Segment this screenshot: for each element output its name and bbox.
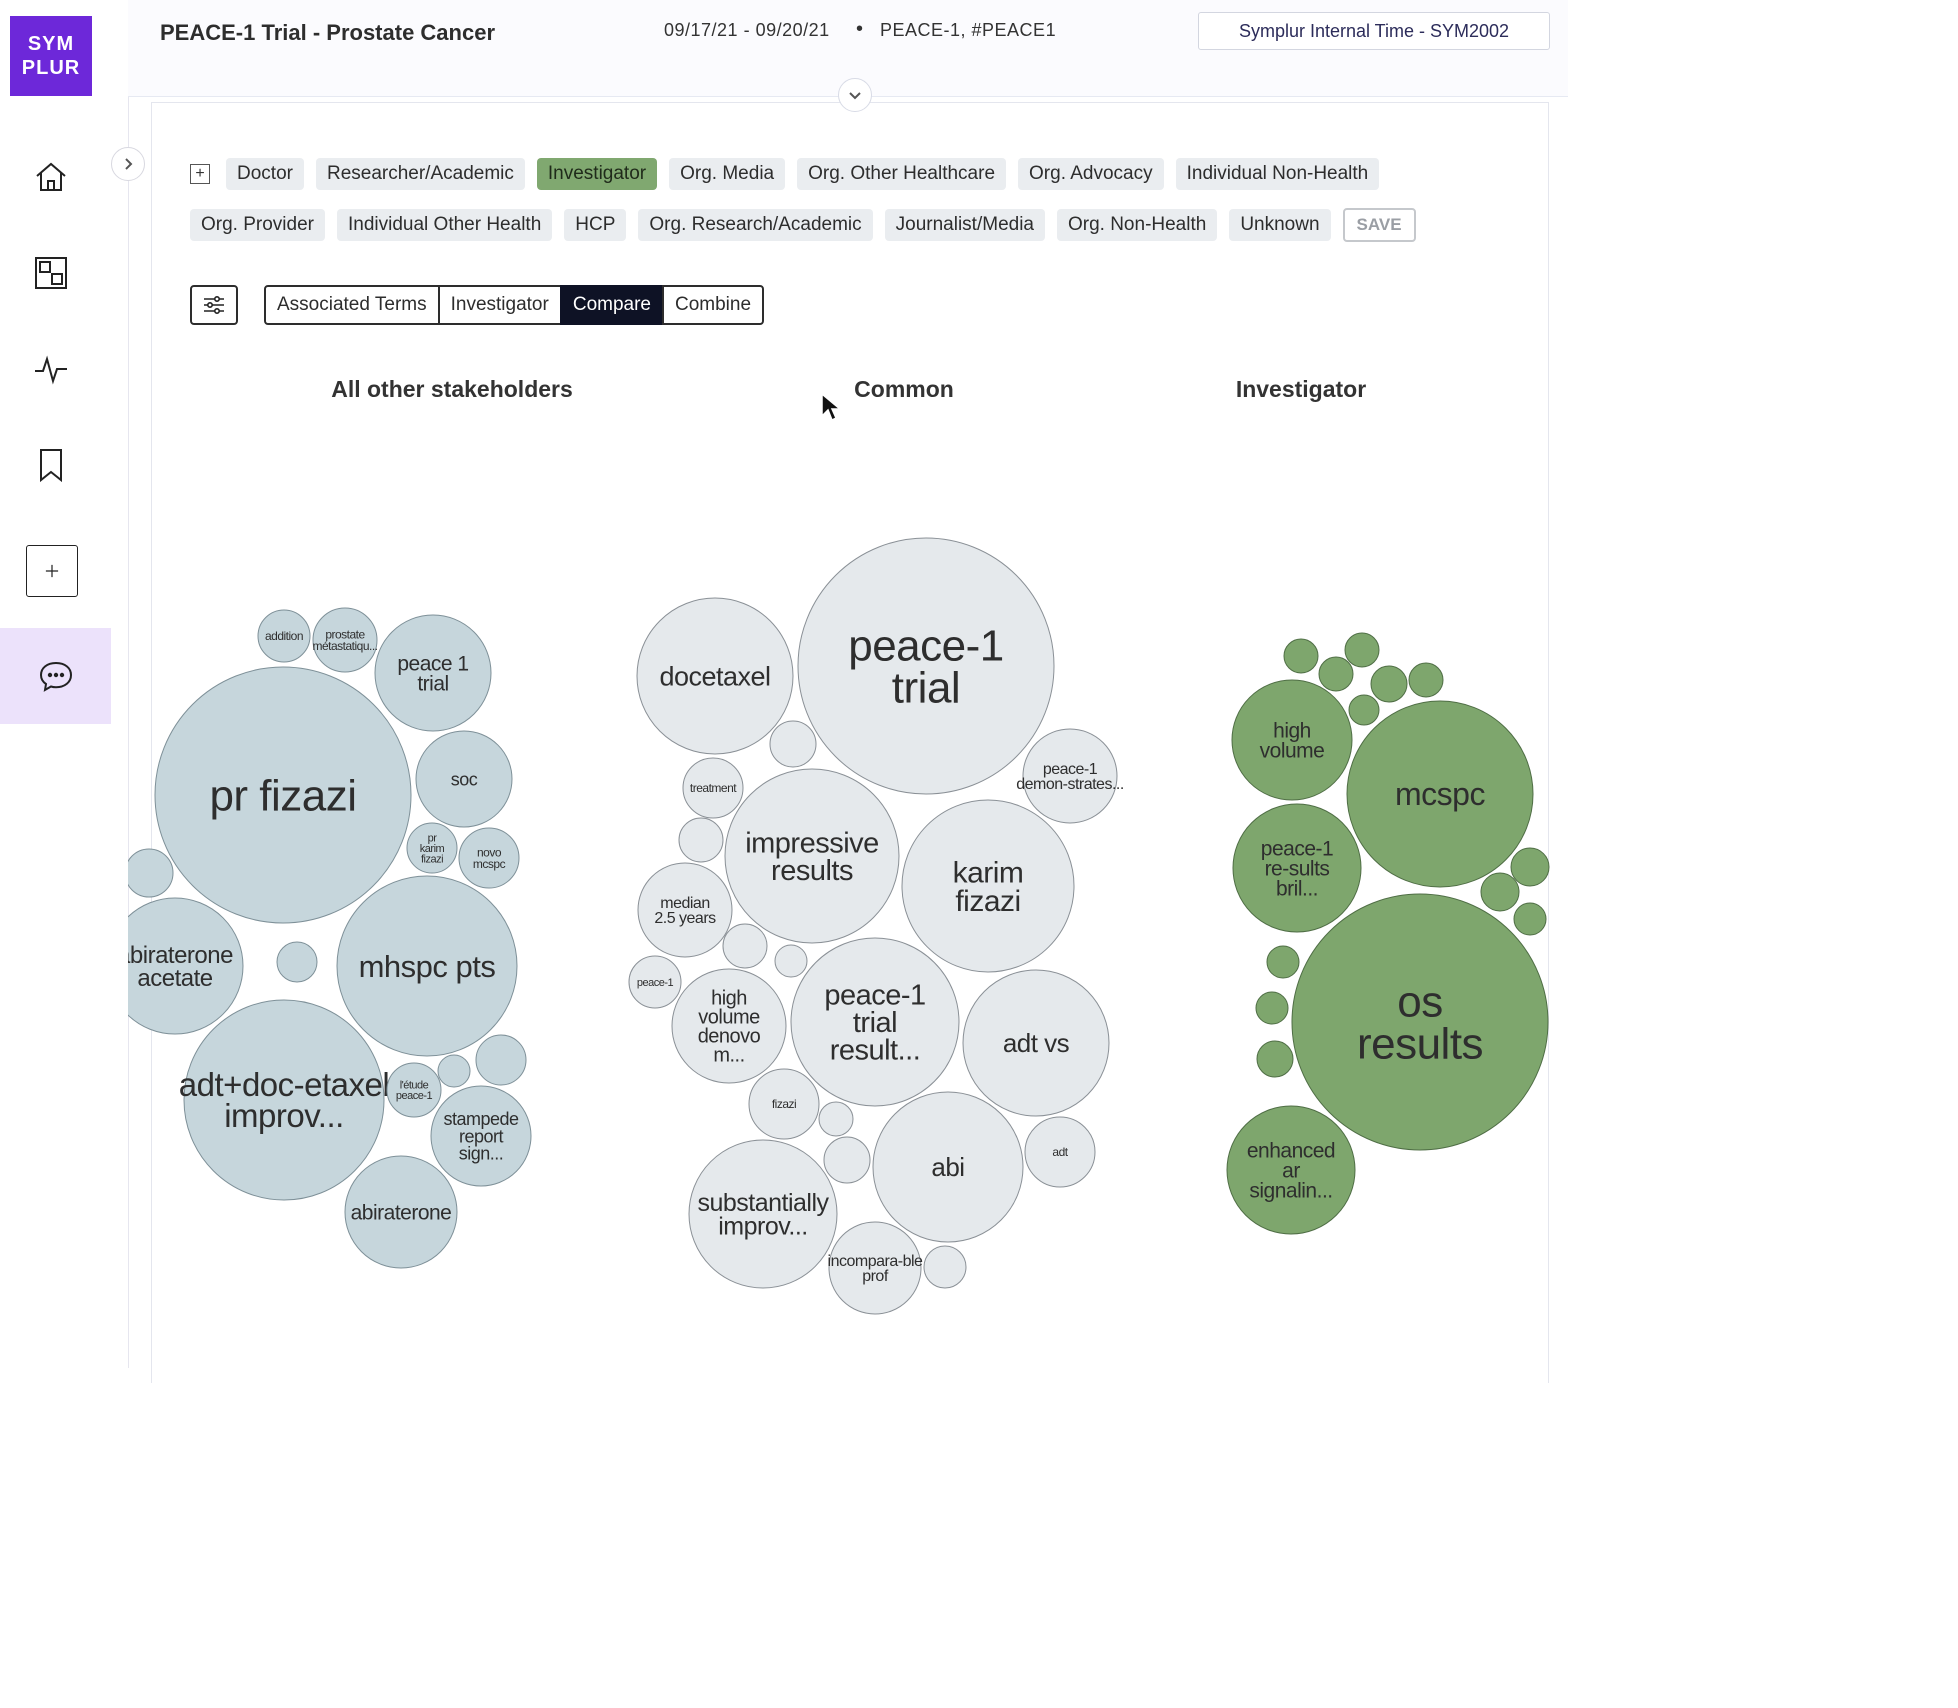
save-filters-button[interactable]: SAVE <box>1342 208 1416 242</box>
hashtag-list: PEACE-1, #PEACE1 <box>880 20 1057 40</box>
bubble-label: peace-1 <box>637 977 674 989</box>
bubble-label: adt vs <box>1003 1028 1070 1058</box>
bubble-investigator-small[interactable] <box>1510 847 1550 887</box>
bubble-left-small[interactable] <box>475 1034 527 1086</box>
view-toolbar: Associated Terms Investigator Compare Combi… <box>190 285 765 325</box>
bubble-chart-svg: pr fizazipeace 1 trialaddition prostate mét… <box>128 537 1550 1315</box>
bubble-label: median 2.5 years <box>654 895 716 927</box>
bookmark-icon[interactable] <box>26 440 76 490</box>
tab-compare[interactable]: Compare <box>559 285 664 325</box>
stakeholder-filter-row-1: + Doctor Researcher/Academic Investigator O… <box>190 158 1380 190</box>
bubble-label: pr fizazi <box>209 771 356 820</box>
bubble-investigator-small[interactable] <box>1348 694 1380 726</box>
page-title: PEACE-1 Trial - Prostate Cancer <box>160 20 496 45</box>
brand-logo[interactable]: SYM PLUR <box>10 16 92 96</box>
bubble-investigator-small[interactable] <box>1283 638 1319 674</box>
chat-nav-item[interactable] <box>0 628 111 724</box>
bubble-label: abiraterone <box>351 1201 452 1224</box>
bubble-investigator-small[interactable] <box>1255 991 1289 1025</box>
filter-chip[interactable]: Org. Research/Academic <box>638 209 873 241</box>
bubble-label: l'étude peace-1 <box>396 1080 433 1102</box>
bubble-label: soc <box>451 769 478 789</box>
chevron-down-icon <box>849 92 861 100</box>
time-zone-button[interactable]: Symplur Internal Time - SYM2002 <box>1198 12 1550 50</box>
tab-associated-terms[interactable]: Associated Terms <box>264 285 440 325</box>
filter-chip[interactable]: Org. Provider <box>190 209 325 241</box>
chat-icon <box>39 661 72 692</box>
bubble-common-small[interactable] <box>923 1245 967 1289</box>
bubble-common-small[interactable] <box>818 1101 854 1137</box>
chevron-right-icon <box>125 158 133 170</box>
tab-investigator[interactable]: Investigator <box>437 285 562 325</box>
mouse-cursor-icon <box>820 392 843 429</box>
filter-chip[interactable]: Org. Non-Health <box>1056 209 1218 241</box>
date-range: 09/17/21 - 09/20/21 <box>664 20 830 40</box>
bubble-common-small[interactable] <box>769 720 817 768</box>
bubble-investigator-small[interactable] <box>1318 656 1354 692</box>
bubble-label: docetaxel <box>659 661 770 691</box>
home-icon[interactable] <box>26 152 76 202</box>
bubble-investigator-small[interactable] <box>1256 1040 1294 1078</box>
filter-chip[interactable]: Org. Other Healthcare <box>797 158 1007 190</box>
bubble-investigator-small[interactable] <box>1266 945 1300 979</box>
filter-chip[interactable]: Org. Media <box>669 158 786 190</box>
filter-chip[interactable]: Journalist/Media <box>884 209 1045 241</box>
filter-chip[interactable]: Individual Other Health <box>336 209 553 241</box>
bubble-common-small[interactable] <box>678 817 724 863</box>
bubble-investigator-small[interactable] <box>1408 662 1444 698</box>
bubble-left-small[interactable] <box>128 848 174 898</box>
bubble-left-small[interactable] <box>276 941 318 983</box>
column-heading-investigator: Investigator <box>1235 376 1367 402</box>
settings-button[interactable] <box>190 285 238 325</box>
activity-icon[interactable] <box>26 344 76 394</box>
bubble-label: fizazi <box>772 1097 796 1111</box>
bubble-label: adt <box>1052 1145 1068 1159</box>
view-mode-tabs: Associated Terms Investigator Compare Combi… <box>264 285 765 325</box>
filter-chip[interactable]: Doctor <box>226 158 304 190</box>
tab-combine[interactable]: Combine <box>662 285 765 325</box>
filter-chip[interactable]: Individual Non-Health <box>1175 158 1380 190</box>
filter-chip[interactable]: Investigator <box>536 158 658 190</box>
sliders-icon <box>204 295 224 315</box>
bubble-common-small[interactable] <box>774 944 808 978</box>
filter-chip[interactable]: HCP <box>564 209 627 241</box>
left-sidebar: SYM PLUR <box>0 0 129 1368</box>
brand-logo-line2: PLUR <box>21 57 81 79</box>
dashboard-icon[interactable] <box>26 248 76 298</box>
bubble-label: mhspc pts <box>359 949 496 984</box>
bubble-investigator-small[interactable] <box>1513 902 1547 936</box>
sidebar-expand-button[interactable] <box>111 147 145 181</box>
add-icon[interactable] <box>26 545 78 597</box>
bubble-label: novo mcspc <box>473 846 506 871</box>
column-heading-common: Common <box>854 376 954 402</box>
filter-chip[interactable]: Org. Advocacy <box>1018 158 1164 190</box>
filter-chip[interactable]: Unknown <box>1229 209 1331 241</box>
filter-chip[interactable]: Researcher/Academic <box>315 158 525 190</box>
bubble-label: abi <box>931 1152 964 1182</box>
bubble-investigator-small[interactable] <box>1370 665 1408 703</box>
bubble-label: treatment <box>690 781 737 795</box>
separator-dot: • <box>856 18 864 40</box>
header-collapse-button[interactable] <box>838 78 872 112</box>
bubble-common-small[interactable] <box>823 1136 871 1184</box>
bubble-label: karim fizazi <box>953 856 1024 918</box>
brand-logo-line1: SYM <box>27 33 75 55</box>
bubble-investigator-small[interactable] <box>1344 632 1380 668</box>
bubble-compare-area: pr fizazi peace 1 trial addition prostate mét… <box>128 430 1568 1368</box>
bubble-label: addition <box>265 629 303 643</box>
bubble-common-small[interactable] <box>722 923 768 969</box>
bubble-investigator-small[interactable] <box>1480 872 1520 912</box>
bubble-left-small[interactable] <box>437 1054 471 1088</box>
column-heading-other-stakeholders: All other stakeholders <box>331 376 573 402</box>
stakeholder-filter-row-2: Org. Provider Individual Other Health HCP O… <box>190 208 1416 242</box>
bubble-label: mcspc <box>1395 776 1485 812</box>
expand-filters-button[interactable]: + <box>190 164 210 184</box>
